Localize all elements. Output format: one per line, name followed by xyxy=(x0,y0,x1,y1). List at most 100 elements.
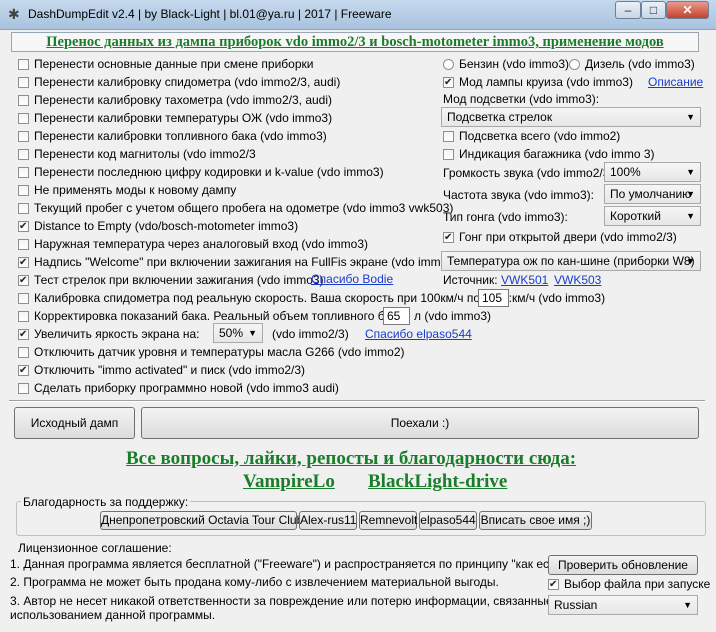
checkbox[interactable] xyxy=(18,203,29,214)
checkbox[interactable] xyxy=(18,149,29,160)
option-brightness[interactable]: Увеличить яркость экрана на: xyxy=(18,326,200,343)
brightness-select[interactable]: 50% ▼ xyxy=(213,323,263,343)
option-no-mods[interactable]: Не применять моды к новому дампу xyxy=(18,182,236,198)
option-gong-door[interactable]: Гонг при открытой двери (vdo immo2/3) xyxy=(443,229,677,246)
source-vwk503-link[interactable]: VWK503 xyxy=(554,273,601,287)
blacklight-drive-link[interactable]: BlackLight-drive xyxy=(368,471,507,493)
radio-diesel[interactable]: Дизель (vdo immo3) xyxy=(569,56,695,72)
fuel-volume-unit: л (vdo immo3) xyxy=(414,309,492,323)
header-link[interactable]: Перенос данных из дампа приборок vdo imm… xyxy=(11,32,699,52)
checkbox[interactable] xyxy=(443,75,454,91)
checkbox[interactable] xyxy=(18,273,29,289)
checkbox[interactable] xyxy=(18,59,29,70)
option-current-mileage[interactable]: Текущий пробег с учетом общего пробега н… xyxy=(18,200,453,216)
checkbox[interactable] xyxy=(18,113,29,124)
checkbox[interactable] xyxy=(18,77,29,88)
source-dump-button[interactable]: Исходный дамп xyxy=(14,407,135,439)
radio-button[interactable] xyxy=(569,59,580,70)
option-fuel-volume[interactable]: Корректировка показаний бака. Реальный о… xyxy=(18,308,407,324)
checkbox[interactable] xyxy=(443,230,454,246)
option-speedo-calib[interactable]: Перенести калибровку спидометра (vdo imm… xyxy=(18,74,340,90)
option-label: Отключить "immo activated" и писк (vdo i… xyxy=(34,363,306,377)
thanks-elpaso-link[interactable]: Спасибо elpaso544 xyxy=(365,327,472,341)
checkbox[interactable] xyxy=(443,149,454,160)
questions-link[interactable]: Все вопросы, лайки, репосты и благодарно… xyxy=(126,448,576,470)
option-immo-activated[interactable]: Отключить "immo activated" и писк (vdo i… xyxy=(18,362,306,379)
checkbox[interactable] xyxy=(443,131,454,142)
support-add-name-button[interactable]: Вписать свое имя ;) xyxy=(479,511,592,530)
option-label: Перенести калибровки топливного бака (vd… xyxy=(34,129,327,143)
checkbox[interactable] xyxy=(18,185,29,196)
option-label: Калибровка спидометра под реальную скоро… xyxy=(34,291,513,305)
backlight-select[interactable]: Подсветка стрелок ▼ xyxy=(441,107,701,127)
frequency-select[interactable]: По умолчанию ▼ xyxy=(604,184,701,204)
gong-select[interactable]: Короткий ▼ xyxy=(604,206,701,226)
option-label: Перенести код магнитолы (vdo immo2/3 xyxy=(34,147,256,161)
app-icon: ✱ xyxy=(8,6,20,22)
radio-label: Бензин (vdo immo3) xyxy=(459,57,570,71)
checkbox[interactable] xyxy=(18,327,29,343)
option-label: Перенести калибровку тахометра (vdo immo… xyxy=(34,93,333,107)
fuel-volume-input[interactable]: 65 xyxy=(383,307,410,325)
check-update-button[interactable]: Проверить обновление xyxy=(548,555,698,575)
thanks-bodie-link[interactable]: Спасибо Bodie xyxy=(311,272,393,286)
volume-select[interactable]: 100% ▼ xyxy=(604,162,701,182)
checkbox[interactable] xyxy=(18,95,29,106)
backlight-label: Мод подсветки (vdo immo3): xyxy=(443,92,600,106)
option-label: Текущий пробег с учетом общего пробега н… xyxy=(34,201,454,215)
checkbox[interactable] xyxy=(548,577,559,593)
support-octavia-button[interactable]: Днепропетровский Octavia Tour Club xyxy=(100,511,303,530)
checkbox[interactable] xyxy=(18,311,29,322)
maximize-button[interactable]: □ xyxy=(641,1,666,19)
option-radio-code[interactable]: Перенести код магнитолы (vdo immo2/3 xyxy=(18,146,256,162)
language-select[interactable]: Russian ▼ xyxy=(548,595,698,615)
support-alex-button[interactable]: Alex-rus11 xyxy=(299,511,357,530)
option-distance-to-empty[interactable]: Distance to Empty (vdo/bosch-motometer i… xyxy=(18,218,298,235)
option-k-value[interactable]: Перенести последнюю цифру кодировки и k-… xyxy=(18,164,384,180)
checkbox[interactable] xyxy=(18,239,29,250)
checkbox[interactable] xyxy=(18,383,29,394)
option-basic-data[interactable]: Перенести основные данные при смене приб… xyxy=(18,56,313,72)
license-line-1: 1. Данная программа является бесплатной … xyxy=(10,557,569,571)
option-welcome[interactable]: Надпись "Welcome" при включении зажигани… xyxy=(18,254,458,271)
option-fuel-calib[interactable]: Перенести калибровки топливного бака (vd… xyxy=(18,128,327,144)
support-elpaso-button[interactable]: elpaso544 xyxy=(419,511,477,530)
radio-petrol[interactable]: Бензин (vdo immo3) xyxy=(443,56,569,72)
checkbox[interactable] xyxy=(18,255,29,271)
checkbox[interactable] xyxy=(18,363,29,379)
description-link[interactable]: Описание xyxy=(648,75,703,89)
radio-button[interactable] xyxy=(443,59,454,70)
checkbox[interactable] xyxy=(18,167,29,178)
option-cruise-lamp[interactable]: Мод лампы круиза (vdo immo3) xyxy=(443,74,633,91)
close-button[interactable]: ✕ xyxy=(666,1,709,19)
option-outside-temp[interactable]: Наружная температура через аналоговый вх… xyxy=(18,236,368,252)
option-tacho-calib[interactable]: Перенести калибровку тахометра (vdo immo… xyxy=(18,92,332,108)
checkbox[interactable] xyxy=(18,347,29,358)
gps-speed-input[interactable]: 105 xyxy=(478,289,509,307)
option-file-select[interactable]: Выбор файла при запуске xyxy=(548,576,710,593)
go-button[interactable]: Поехали :) xyxy=(141,407,699,439)
chevron-down-icon: ▼ xyxy=(686,189,695,199)
temperature-select[interactable]: Температура ож по кан-шине (приборки W8)… xyxy=(441,251,701,271)
chevron-down-icon: ▼ xyxy=(686,112,695,122)
option-trunk-indication[interactable]: Индикация багажника (vdo immo 3) xyxy=(443,146,655,162)
brightness-suffix: (vdo immo2/3) xyxy=(272,327,349,341)
option-coolant-calib[interactable]: Перенести калибровки температуры ОЖ (vdo… xyxy=(18,110,332,126)
checkbox[interactable] xyxy=(18,293,29,304)
source-vwk501-link[interactable]: VWK501 xyxy=(501,273,548,287)
vampirelo-link[interactable]: VampireLo xyxy=(243,471,335,493)
radio-label: Дизель (vdo immo3) xyxy=(585,57,695,71)
option-speed-gps[interactable]: Калибровка спидометра под реальную скоро… xyxy=(18,290,512,306)
option-backlight-all[interactable]: Подсветка всего (vdo immo2) xyxy=(443,128,620,144)
option-make-new[interactable]: Сделать приборку программно новой (vdo i… xyxy=(18,380,339,396)
minimize-button[interactable]: – xyxy=(615,1,641,19)
support-remnevolt-button[interactable]: Remnevolt xyxy=(359,511,417,530)
checkbox[interactable] xyxy=(18,131,29,142)
gps-speed-unit: км/ч (vdo immo3) xyxy=(512,291,606,305)
option-needle-test[interactable]: Тест стрелок при включении зажигания (vd… xyxy=(18,272,324,289)
checkbox[interactable] xyxy=(18,219,29,235)
option-label: Надпись "Welcome" при включении зажигани… xyxy=(34,255,458,269)
volume-label: Громкость звука (vdo immo2/3): xyxy=(443,166,617,180)
chevron-down-icon: ▼ xyxy=(686,256,695,266)
option-oil-sensor[interactable]: Отключить датчик уровня и температуры ма… xyxy=(18,344,405,360)
